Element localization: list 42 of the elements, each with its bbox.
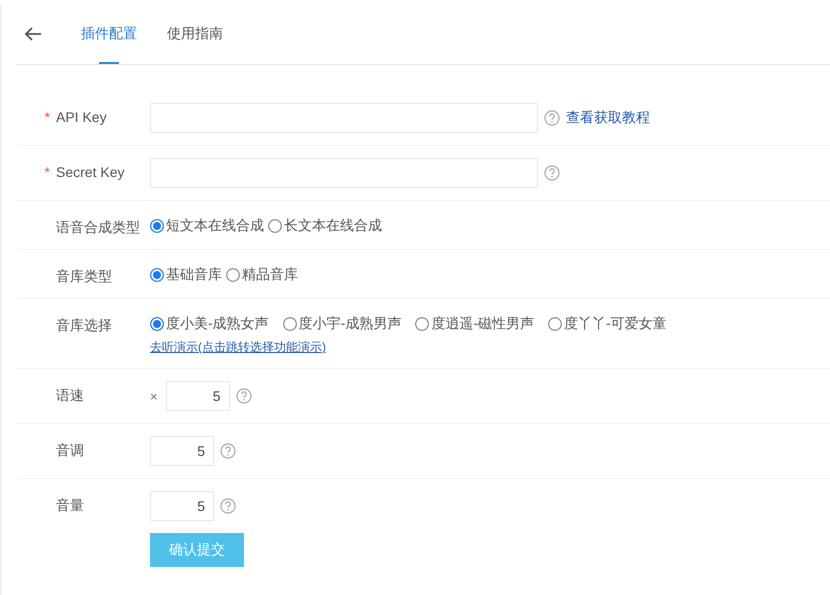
field-label: Secret Key [56, 164, 124, 180]
multiply-sign: × [150, 388, 158, 404]
radio-option[interactable]: 长文本在线合成 [268, 217, 382, 235]
demo-link[interactable]: 去听演示(点击跳转选择功能演示) [150, 339, 667, 356]
tutorial-link[interactable]: 查看获取教程 [566, 109, 650, 127]
number-field[interactable]: 5 [166, 381, 230, 411]
field-label: 语音合成类型 [56, 219, 140, 237]
radio-option[interactable]: 短文本在线合成 [150, 217, 264, 235]
number-field[interactable]: 5 [150, 436, 214, 466]
radio-option[interactable]: 基础音库 [150, 266, 222, 284]
required-mark: * [44, 109, 50, 125]
radio-option[interactable]: 度小宇-成熟男声 [282, 315, 402, 333]
tab[interactable]: 插件配置 [66, 4, 152, 64]
radio-icon[interactable] [150, 268, 164, 282]
number-field[interactable]: 5 [150, 491, 214, 521]
back-arrow-icon[interactable] [24, 27, 42, 41]
help-icon[interactable] [544, 110, 560, 126]
text-field[interactable] [150, 103, 538, 133]
field-label: 音调 [56, 442, 84, 460]
radio-option[interactable]: 度逍遥-磁性男声 [415, 315, 534, 333]
field-label: API Key [56, 109, 107, 125]
radio-option[interactable]: 精品音库 [226, 266, 298, 284]
radio-icon[interactable] [548, 317, 562, 331]
field-label: 语速 [56, 387, 84, 405]
required-mark: * [44, 164, 50, 180]
radio-icon[interactable] [150, 317, 164, 331]
field-label: 音量 [56, 497, 84, 515]
help-icon[interactable] [544, 165, 560, 181]
help-icon[interactable] [220, 498, 236, 514]
tab[interactable]: 使用指南 [152, 4, 238, 64]
help-icon[interactable] [220, 443, 236, 459]
field-label: 音库选择 [56, 317, 112, 335]
radio-icon[interactable] [150, 219, 164, 233]
text-field[interactable] [150, 158, 538, 188]
field-label: 音库类型 [56, 268, 112, 286]
radio-icon[interactable] [226, 268, 240, 282]
radio-option[interactable]: 度小美-成熟女声 [150, 315, 269, 333]
help-icon[interactable] [236, 388, 252, 404]
radio-option[interactable]: 度丫丫-可爱女童 [548, 315, 667, 333]
radio-icon[interactable] [282, 317, 297, 331]
radio-icon[interactable] [268, 219, 282, 233]
radio-icon[interactable] [415, 317, 430, 331]
